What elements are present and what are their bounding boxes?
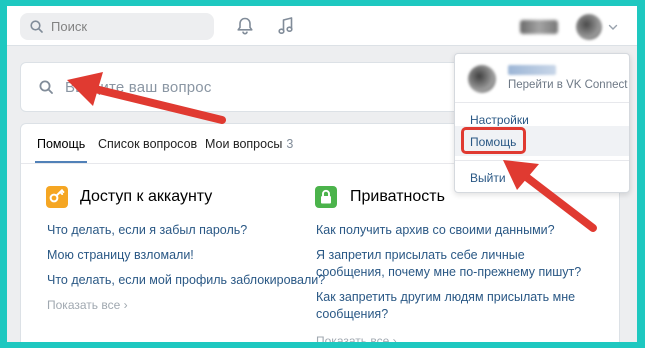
divider (455, 102, 629, 103)
search-input[interactable]: Поиск (20, 13, 214, 40)
menu-item-logout[interactable]: Выйти (470, 171, 506, 185)
divider (455, 160, 629, 161)
bell-icon[interactable] (235, 16, 255, 41)
show-all-label: Показать все (47, 298, 121, 312)
show-all-label: Показать все (316, 334, 390, 342)
profile-dropdown: Перейти в VK Connect Настройки Помощь Вы… (454, 53, 630, 193)
question-link[interactable]: Что делать, если мой профиль заблокирова… (47, 272, 325, 289)
user-name-blurred (508, 65, 556, 75)
search-placeholder: Поиск (51, 19, 88, 34)
screenshot-frame: Поиск Введите ваш вопрос Помощь Список в… (7, 6, 637, 342)
avatar (576, 14, 602, 40)
avatar (468, 65, 496, 93)
show-all-link[interactable]: Показать все › (47, 298, 128, 312)
search-icon (39, 80, 53, 94)
profile-menu-button[interactable] (520, 14, 624, 40)
question-placeholder: Введите ваш вопрос (65, 78, 212, 96)
section-title-privacy: Приватность (350, 188, 445, 205)
menu-item-settings[interactable]: Настройки (470, 113, 529, 127)
user-name-blurred (520, 20, 558, 34)
question-link[interactable]: Что делать, если я забыл пароль? (47, 222, 247, 239)
tab-help[interactable]: Помощь (34, 137, 88, 163)
section-title-account: Доступ к аккаунту (80, 188, 213, 205)
question-link[interactable]: Как запретить другим людям присылать мне… (316, 289, 596, 323)
lock-icon (315, 186, 337, 208)
chevron-right-icon: › (123, 298, 128, 312)
key-icon (46, 186, 68, 208)
tab-questions-list[interactable]: Список вопросов (98, 137, 197, 151)
highlight-box (461, 127, 526, 154)
chevron-right-icon: › (392, 334, 397, 342)
music-icon[interactable] (277, 16, 295, 41)
question-link[interactable]: Я запретил присылать себе личные сообщен… (316, 247, 596, 281)
tab-my-questions-label: Мои вопросы (205, 137, 283, 151)
show-all-link[interactable]: Показать все › (316, 334, 397, 342)
search-icon (30, 20, 43, 33)
chevron-down-icon (608, 24, 618, 30)
question-link[interactable]: Как получить архив со своими данными? (316, 222, 555, 239)
question-link[interactable]: Мою страницу взломали! (47, 247, 194, 264)
top-header: Поиск (7, 6, 637, 46)
vk-connect-link[interactable]: Перейти в VK Connect (508, 79, 627, 91)
tab-my-questions-count: 3 (286, 137, 294, 151)
tab-my-questions[interactable]: Мои вопросы 3 (205, 137, 293, 151)
